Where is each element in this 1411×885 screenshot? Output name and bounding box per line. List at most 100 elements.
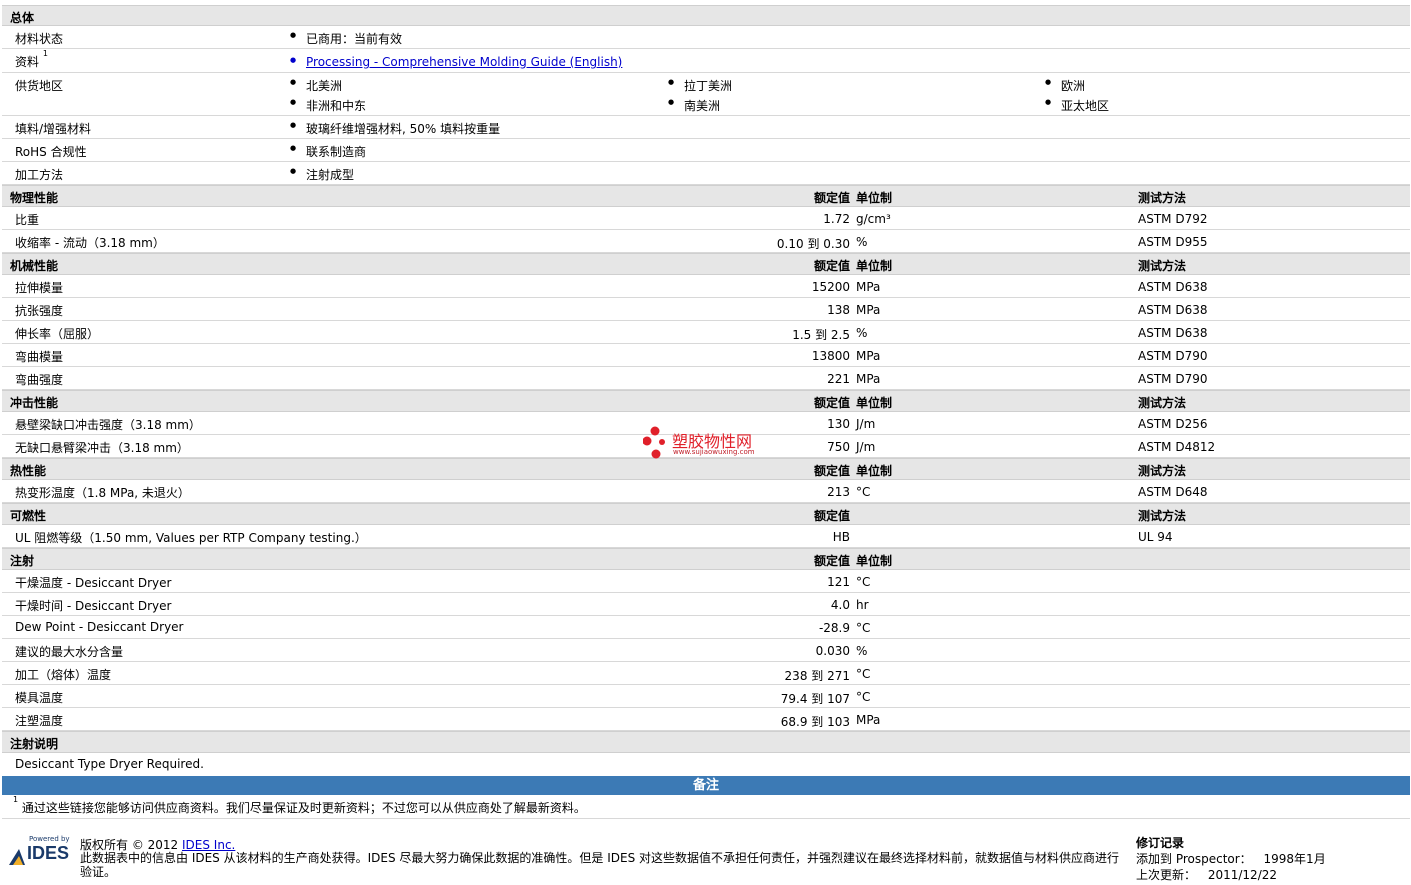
property-label: 比重: [15, 213, 40, 227]
notes-row: 1 通过这些链接您能够访问供应商资料。我们尽量保证及时更新资料；不过您可以从供应…: [2, 795, 1410, 819]
bullet-item: 注射成型: [290, 166, 354, 183]
property-value: 79.4 到 107: [780, 692, 850, 706]
added-label: 添加到 Prospector：: [1136, 852, 1252, 866]
property-value: 750: [827, 440, 850, 454]
property-unit: MPa: [856, 280, 881, 294]
ides-logo-icon: [9, 849, 25, 865]
nominal-value-header: 额定值: [813, 509, 850, 523]
test-method-header: 测试方法: [1138, 259, 1187, 273]
section-title: 可燃性: [10, 509, 47, 523]
region-item: 拉丁美洲: [668, 77, 732, 94]
general-row-status: 材料状态 已商用：当前有效: [2, 26, 1410, 49]
test-method-header: 测试方法: [1138, 464, 1187, 478]
processing-guide-link[interactable]: Processing - Comprehensive Molding Guide…: [290, 55, 622, 69]
section-title: 总体: [10, 11, 35, 25]
test-method: ASTM D638: [1138, 280, 1208, 294]
test-method-header: 测试方法: [1138, 509, 1187, 523]
property-label: 加工（熔体）温度: [15, 668, 112, 682]
footnote-marker: 1: [42, 49, 48, 58]
region-item: 北美洲: [290, 77, 342, 94]
section-header-injection-notes: 注射说明: [2, 731, 1410, 753]
property-row: 比重 1.72 g/cm³ ASTM D792: [2, 207, 1410, 230]
property-unit: J/m: [856, 440, 876, 454]
property-unit: °C: [856, 690, 871, 704]
property-value: 1.72: [823, 212, 850, 226]
region-item: 非洲和中东: [290, 97, 366, 114]
test-method: ASTM D790: [1138, 372, 1208, 386]
property-value: 4.0: [830, 598, 850, 612]
row-label: 加工方法: [15, 168, 64, 182]
property-unit: g/cm³: [856, 212, 891, 226]
property-label: 热变形温度（1.8 MPa, 未退火）: [15, 486, 190, 500]
datasheet: 总体 材料状态 已商用：当前有效 资料 1 Processing - Compr…: [2, 5, 1410, 819]
test-method: ASTM D955: [1138, 235, 1208, 249]
section-header: 可燃性 额定值 测试方法: [2, 503, 1410, 525]
test-method-header: 测试方法: [1138, 191, 1187, 205]
section-title: 热性能: [10, 464, 47, 478]
disclaimer-text: 此数据表中的信息由 IDES 从该材料的生产商处获得。IDES 尽最大努力确保此…: [80, 851, 1120, 879]
property-label: 拉伸模量: [15, 281, 64, 295]
section-title: 物理性能: [10, 191, 59, 205]
property-unit: MPa: [856, 303, 881, 317]
property-row: 加工（熔体）温度 238 到 271 °C: [2, 662, 1410, 685]
unit-header: 单位制: [856, 554, 893, 568]
property-row: 建议的最大水分含量 0.030%: [2, 639, 1410, 662]
property-value: 1.5 到 2.5: [792, 328, 850, 342]
nominal-value-header: 额定值: [813, 396, 850, 410]
property-label: UL 阻燃等级（1.50 mm, Values per RTP Company …: [15, 531, 367, 545]
nominal-value-header: 额定值: [813, 259, 850, 273]
property-unit: MPa: [856, 349, 881, 363]
region-item: 欧洲: [1045, 77, 1085, 94]
property-unit: MPa: [856, 372, 881, 386]
property-label: 模具温度: [15, 691, 64, 705]
section-header: 注射 额定值 单位制: [2, 548, 1410, 570]
property-row: UL 阻燃等级（1.50 mm, Values per RTP Company …: [2, 525, 1410, 548]
property-row: 干燥时间 - Desiccant Dryer 4.0 hr: [2, 593, 1410, 616]
property-value: 238 到 271: [784, 669, 850, 683]
test-method: ASTM D638: [1138, 326, 1208, 340]
revision-title: 修订记录: [1136, 836, 1185, 850]
property-label: 建议的最大水分含量: [15, 645, 124, 659]
watermark-dots-icon: [643, 426, 665, 459]
added-value: 1998年1月: [1263, 852, 1326, 866]
property-row: 注塑温度 68.9 到 103 MPa: [2, 708, 1410, 731]
region-item: 南美洲: [668, 97, 720, 114]
bullet-item: 联系制造商: [290, 143, 366, 160]
property-value: 213: [827, 485, 850, 499]
test-method: ASTM D256: [1138, 417, 1208, 431]
property-label: Dew Point - Desiccant Dryer: [15, 620, 184, 634]
property-unit: °C: [856, 621, 871, 635]
property-value: 68.9 到 103: [780, 715, 850, 729]
property-unit: MPa: [856, 713, 881, 727]
property-value: 221: [827, 372, 850, 386]
property-value: HB: [832, 530, 850, 544]
property-unit: %: [856, 644, 868, 658]
property-unit: %: [856, 326, 868, 340]
row-label: RoHS 合规性: [15, 145, 87, 159]
general-row-documents: 资料 1 Processing - Comprehensive Molding …: [2, 49, 1410, 73]
unit-header: 单位制: [856, 396, 893, 410]
ides-logo: Powered by IDES: [7, 835, 73, 873]
property-row: 模具温度 79.4 到 107 °C: [2, 685, 1410, 708]
bullet-item: 已商用：当前有效: [290, 30, 402, 47]
property-row: 热变形温度（1.8 MPa, 未退火） 213 °C ASTM D648: [2, 480, 1410, 503]
notes-header-bar: 备注: [2, 776, 1410, 795]
general-row-filler: 填料/增强材料 玻璃纤维增强材料, 50% 填料按重量: [2, 116, 1410, 139]
property-unit: %: [856, 235, 868, 249]
property-row: 拉伸模量 15200 MPa ASTM D638: [2, 275, 1410, 298]
general-row-rohs: RoHS 合规性 联系制造商: [2, 139, 1410, 162]
property-unit: °C: [856, 575, 871, 589]
row-label: 供货地区: [15, 79, 64, 93]
general-row-processing: 加工方法 注射成型: [2, 162, 1410, 185]
note-text: 1 通过这些链接您能够访问供应商资料。我们尽量保证及时更新资料；不过您可以从供应…: [13, 795, 586, 816]
section-title: 注射说明: [10, 737, 59, 751]
footnote-marker: 1: [13, 795, 19, 804]
general-row-regions: 供货地区 北美洲 拉丁美洲 欧洲 非洲和中东 南美洲 亚太地区: [2, 73, 1410, 116]
injection-note-text: Desiccant Type Dryer Required.: [15, 757, 204, 771]
property-row: 伸长率（屈服） 1.5 到 2.5% ASTM D638: [2, 321, 1410, 344]
property-label: 注塑温度: [15, 714, 64, 728]
ides-company-link[interactable]: IDES Inc.: [182, 838, 235, 852]
section-header: 物理性能 额定值 单位制 测试方法: [2, 185, 1410, 207]
property-value: 13800: [811, 349, 850, 363]
property-value: 15200: [811, 280, 850, 294]
